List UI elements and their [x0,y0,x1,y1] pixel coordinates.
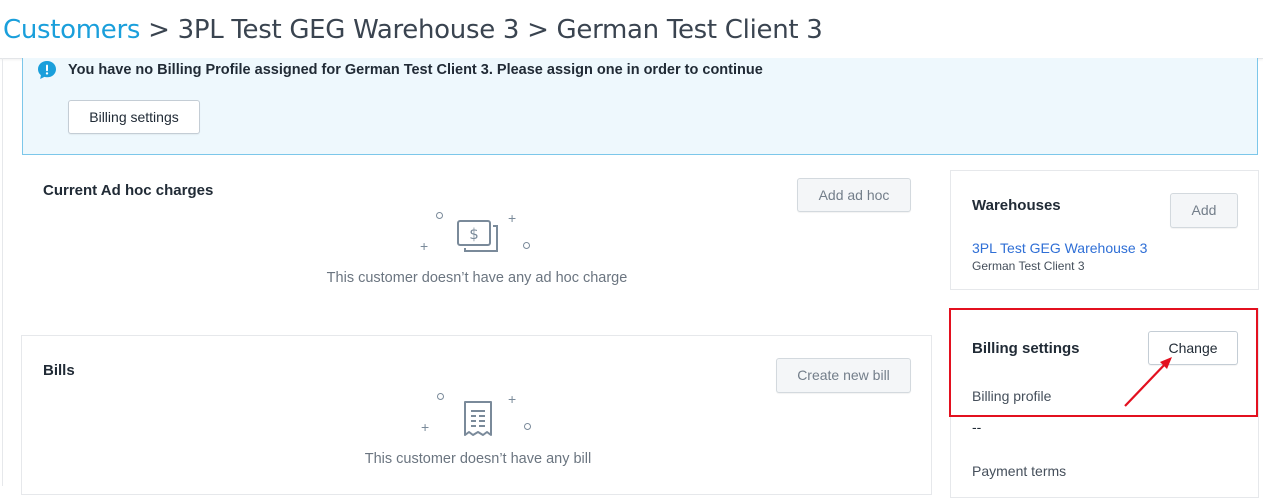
add-warehouse-button-label: Add [1191,202,1217,218]
svg-text:$: $ [469,225,479,243]
adhoc-empty-text: This customer doesn’t have any ad hoc ch… [326,270,628,286]
dollar-bills-icon: $ [457,220,498,252]
info-speech-bubble-icon [38,61,56,79]
billing-profile-warning-banner: You have no Billing Profile assigned for… [22,58,1258,155]
breadcrumb-separator: > [148,15,170,45]
breadcrumb-client: German Test Client 3 [556,15,823,45]
billing-settings-button-label: Billing settings [89,109,179,125]
decor-plus: + [508,391,517,407]
bills-title: Bills [43,362,75,379]
create-new-bill-button-label: Create new bill [797,367,890,383]
breadcrumb-customers-link[interactable]: Customers [3,15,140,45]
adhoc-charges-card: Current Ad hoc charges Add ad hoc + + $ … [22,170,932,322]
decor-plus: + [421,419,430,435]
add-ad-hoc-button[interactable]: Add ad hoc [797,178,911,212]
breadcrumb: Customers > 3PL Test GEG Warehouse 3 > G… [3,14,823,46]
decor-circle [524,423,531,430]
warehouses-card: Warehouses Add 3PL Test GEG Warehouse 3 … [950,170,1259,290]
left-divider [2,58,3,486]
create-new-bill-button[interactable]: Create new bill [776,358,911,393]
decor-plus: + [420,238,429,254]
annotation-highlight-box [949,308,1258,417]
warehouses-title: Warehouses [972,197,1061,214]
bills-empty-text: This customer doesn’t have any bill [364,451,592,467]
billing-profile-value: -- [972,419,982,435]
annotation-arrow-icon [1124,357,1172,407]
warehouse-link[interactable]: 3PL Test GEG Warehouse 3 [972,240,1147,256]
bills-card: Bills Create new bill + + This customer … [21,335,932,495]
decor-circle [523,242,530,249]
adhoc-charges-title: Current Ad hoc charges [43,182,214,199]
add-warehouse-button[interactable]: Add [1170,193,1238,228]
receipt-icon [464,401,492,436]
billing-settings-button[interactable]: Billing settings [68,100,200,134]
banner-message: You have no Billing Profile assigned for… [68,62,763,78]
decor-plus: + [508,210,517,226]
decor-circle [436,212,443,219]
breadcrumb-separator: > [527,15,549,45]
page-header: Customers > 3PL Test GEG Warehouse 3 > G… [0,0,1263,59]
warehouse-client-name: German Test Client 3 [972,259,1085,273]
decor-circle [437,393,444,400]
breadcrumb-warehouse: 3PL Test GEG Warehouse 3 [177,15,520,45]
payment-terms-label: Payment terms [972,463,1067,479]
add-ad-hoc-button-label: Add ad hoc [818,187,890,203]
